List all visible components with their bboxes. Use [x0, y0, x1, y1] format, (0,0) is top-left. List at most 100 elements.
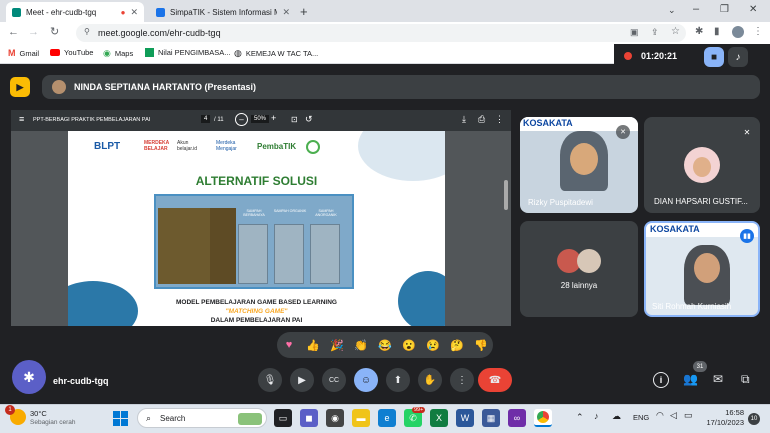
- mic-button[interactable]: ♪: [728, 47, 748, 67]
- thinking-icon[interactable]: 🤔: [448, 336, 466, 354]
- slide-model-text: MODEL PEMBELAJARAN GAME BASED LEARNING: [176, 299, 337, 306]
- others-count: 28 lainnya: [560, 281, 598, 290]
- tab-meet[interactable]: Meet - ehr-cudb-tgq ● ✕: [6, 2, 144, 22]
- present-indicator-icon[interactable]: ▶: [10, 77, 30, 97]
- bookmark-maps[interactable]: ◉ Maps: [103, 48, 133, 59]
- bookmark-label: Maps: [114, 49, 134, 58]
- maximize-icon[interactable]: ❐: [720, 4, 729, 15]
- close-tab-icon[interactable]: ✕: [282, 7, 290, 17]
- zoom-level[interactable]: 50%: [251, 115, 270, 123]
- visual-studio-icon[interactable]: ∞: [508, 409, 526, 427]
- activities-icon[interactable]: ⧉: [741, 372, 750, 387]
- pdf-scrollbar[interactable]: [504, 180, 508, 210]
- tab-search-icon[interactable]: ⌄: [668, 5, 676, 16]
- participant-tile[interactable]: KOSAKATA ✕ Rizky Puspitadewi: [520, 117, 638, 213]
- url-text: meet.google.com/ehr-cudb-tgq: [98, 28, 221, 38]
- pdf-menu-icon[interactable]: ≡: [19, 115, 24, 124]
- task-view-icon[interactable]: ▭: [274, 409, 292, 427]
- pdf-more-icon[interactable]: ⋮: [495, 114, 504, 125]
- clock-date[interactable]: 17/10/2023: [700, 418, 744, 427]
- sidepanel-icon[interactable]: ▮: [714, 27, 720, 37]
- more-vert-icon: ⋮: [457, 374, 467, 386]
- notification-badge[interactable]: 10: [748, 413, 760, 425]
- bookmark-nilai[interactable]: Nilai PENGIMBASA...: [145, 48, 231, 57]
- bookmark-kemeja[interactable]: ◍ KEMEJA W TAC TA...: [234, 48, 318, 59]
- sad-icon[interactable]: 😢: [424, 336, 442, 354]
- people-icon[interactable]: 👥: [683, 372, 698, 386]
- file-explorer-icon[interactable]: ▬: [352, 409, 370, 427]
- joy-icon[interactable]: 😂: [376, 336, 394, 354]
- pdf-page-input[interactable]: 4: [201, 115, 211, 123]
- photos-icon[interactable]: ▦: [482, 409, 500, 427]
- meeting-code: ehr-cudb-tgq: [53, 376, 109, 386]
- others-avatar: [577, 249, 601, 273]
- new-tab-icon[interactable]: +: [300, 4, 308, 19]
- zoom-out-icon[interactable]: –: [235, 113, 248, 126]
- tab-simpatik[interactable]: SimpaTIK - Sistem Informasi Ma ✕: [150, 2, 296, 22]
- minimize-icon[interactable]: –: [693, 3, 699, 15]
- activities-fab-icon[interactable]: ✱: [12, 360, 46, 394]
- fit-page-icon[interactable]: ⊡: [291, 115, 298, 124]
- muted-mic-icon: ✕: [616, 125, 630, 139]
- bookmark-star-icon[interactable]: ☆: [671, 27, 680, 37]
- bookmark-youtube[interactable]: YouTube: [50, 48, 93, 57]
- reload-icon[interactable]: ↻: [50, 27, 59, 38]
- bookmark-gmail[interactable]: M Gmail: [8, 48, 39, 58]
- word-icon[interactable]: W: [456, 409, 474, 427]
- recording-time: 01:20:21: [641, 51, 678, 61]
- camera-app-icon[interactable]: ◉: [326, 409, 344, 427]
- close-window-icon[interactable]: ✕: [749, 4, 757, 15]
- chat-icon[interactable]: ✉: [713, 372, 723, 386]
- taskbar-search[interactable]: ⌕ Search: [137, 408, 267, 428]
- more-options-button[interactable]: ⋮: [450, 368, 474, 392]
- tray-overflow-icon[interactable]: ⌃: [576, 412, 584, 423]
- sparkle-heart-icon[interactable]: ♥: [280, 336, 298, 354]
- emoji-button[interactable]: ☺: [354, 368, 378, 392]
- sheets-icon: [145, 48, 154, 57]
- thumbs-up-icon[interactable]: 👍: [304, 336, 322, 354]
- clap-icon[interactable]: 👏: [352, 336, 370, 354]
- download-icon[interactable]: ⤓: [462, 114, 466, 125]
- zoom-in-icon[interactable]: +: [271, 113, 276, 123]
- pdf-toolbar: ≡ PPT-BERBAGI PRAKTIK PEMBELAJARAN PAI 4…: [11, 110, 511, 131]
- stop-present-button[interactable]: ■: [704, 47, 724, 67]
- captions-button[interactable]: CC: [322, 368, 346, 392]
- share-icon[interactable]: ⇪: [651, 28, 659, 37]
- close-tab-icon[interactable]: ✕: [130, 7, 138, 17]
- mic-toggle-button[interactable]: 🎙: [258, 368, 282, 392]
- profile-avatar[interactable]: [732, 26, 744, 38]
- language-indicator[interactable]: ENG: [633, 413, 649, 422]
- edge-icon[interactable]: e: [378, 409, 396, 427]
- raise-hand-button[interactable]: ✋: [418, 368, 442, 392]
- mic-tray-icon[interactable]: ♪: [594, 411, 599, 421]
- volume-icon[interactable]: ◁: [670, 410, 677, 421]
- wifi-icon[interactable]: ◠: [656, 410, 664, 421]
- rotate-icon[interactable]: ↺: [305, 114, 313, 125]
- camera-permission-icon[interactable]: ▣: [630, 28, 639, 37]
- onedrive-icon[interactable]: ☁: [612, 411, 621, 422]
- clock-time[interactable]: 16:58: [700, 408, 744, 417]
- camera-toggle-button[interactable]: ▶: [290, 368, 314, 392]
- extensions-icon[interactable]: ✱: [695, 27, 703, 37]
- teams-icon[interactable]: ◼: [300, 409, 318, 427]
- present-button[interactable]: ⬆: [386, 368, 410, 392]
- surprised-icon[interactable]: 😮: [400, 336, 418, 354]
- chrome-taskbar-icon[interactable]: [534, 409, 552, 427]
- windows-start-icon[interactable]: [113, 411, 128, 426]
- participant-tile-speaking[interactable]: KOSAKATA ▮▮ Siti Rohmah Kurniasih: [644, 221, 760, 317]
- others-tile[interactable]: 28 lainnya: [520, 221, 638, 317]
- site-info-icon[interactable]: ⚲: [84, 27, 90, 36]
- party-icon[interactable]: 🎉: [328, 336, 346, 354]
- chrome-menu-icon[interactable]: ⋮: [753, 27, 763, 37]
- thumbs-down-icon[interactable]: 👎: [472, 336, 490, 354]
- back-icon[interactable]: ←: [8, 27, 19, 38]
- excel-icon[interactable]: X: [430, 409, 448, 427]
- bookmark-label: KEMEJA W TAC TA...: [245, 49, 319, 58]
- participant-tile[interactable]: ✕ DIAN HAPSARI GUSTIF...: [644, 117, 760, 213]
- leave-call-button[interactable]: ☎: [478, 368, 512, 392]
- address-bar[interactable]: ⚲ meet.google.com/ehr-cudb-tgq: [76, 24, 686, 42]
- forward-icon[interactable]: →: [28, 27, 39, 38]
- print-icon[interactable]: ⎙: [478, 114, 485, 125]
- battery-icon[interactable]: ▭: [684, 410, 693, 421]
- meeting-info-icon[interactable]: i: [653, 372, 669, 388]
